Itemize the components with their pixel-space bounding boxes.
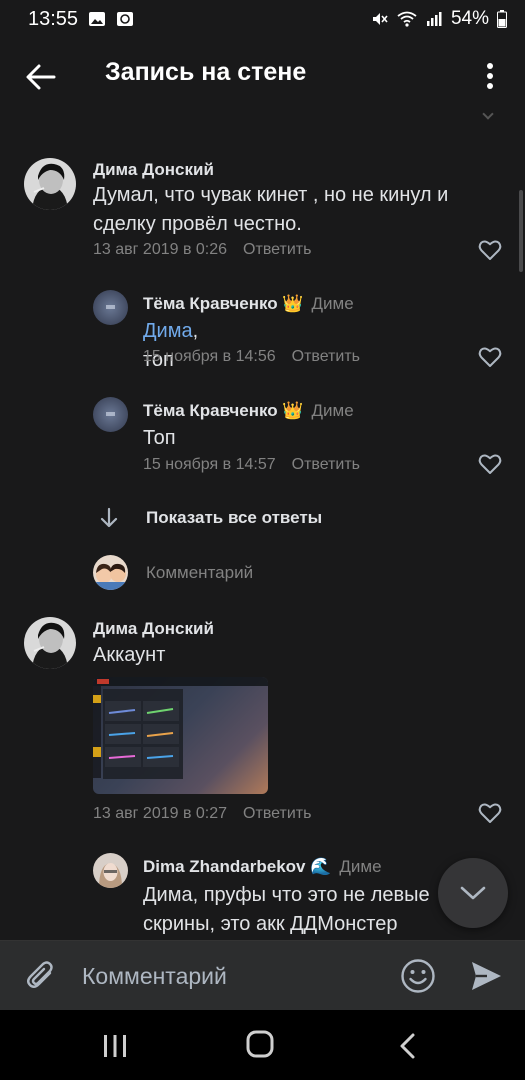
comment-text: Дима, пруфы что это не левые скрины, это… [143,884,430,935]
status-time: 13:55 [28,7,79,30]
recent-apps-icon[interactable] [102,1034,128,1058]
reply-to-label[interactable]: Диме [312,294,354,313]
comment-text: Думал, что чувак кинет , но не кинул и с… [93,184,449,235]
clock-app-icon [117,12,134,26]
mute-icon [372,13,388,25]
comment-composer: Комментарий [0,940,525,1010]
heart-icon[interactable] [478,802,502,824]
comment-meta: 13 авг 2019 в 0:27 Ответить [93,805,311,823]
reply-to-label[interactable]: Диме [312,401,354,420]
heart-icon[interactable] [478,453,502,475]
signal-icon [426,12,442,26]
comment-meta: 15 ноября в 14:56 Ответить [143,348,360,366]
author-name[interactable]: Тёма Кравченко 👑 [143,401,304,420]
reply-button[interactable]: Ответить [243,805,311,822]
comment-date: 13 авг 2019 в 0:26 [93,241,228,258]
comment-author[interactable]: Тёма Кравченко 👑 Диме [143,401,354,421]
comment-author[interactable]: Дима Донский [93,160,214,180]
system-back-icon[interactable] [398,1032,416,1060]
battery-icon [497,10,507,28]
show-all-replies-label: Показать все ответы [146,508,323,527]
avatar[interactable] [24,158,76,210]
arrow-down-icon [100,507,118,528]
system-navigation-bar [0,1010,525,1080]
comment-meta: 13 авг 2019 в 0:26 Ответить [93,241,311,259]
status-bar: 13:55 54% [0,0,525,38]
avatar[interactable] [93,290,128,325]
mention-link[interactable]: Дима [143,320,193,342]
comment-date: 15 ноября в 14:56 [143,348,276,365]
comment-meta: 15 ноября в 14:57 Ответить [143,456,360,474]
app-bar: Запись на стене [0,38,525,114]
page-title: Запись на стене [105,58,307,86]
chevron-down-icon [460,886,486,900]
comment-text: Дима, топ [143,317,198,375]
more-vertical-icon[interactable] [478,60,502,94]
comment-author[interactable]: Дима Донский [93,619,214,639]
paperclip-icon[interactable] [24,959,58,993]
attached-screenshot-image[interactable] [93,677,268,794]
reply-button[interactable]: Ответить [292,456,360,473]
gallery-icon [89,12,106,26]
comment-text: Топ [143,427,176,449]
scroll-down-button[interactable] [438,858,508,928]
send-icon[interactable] [469,958,503,994]
thread-reply-prompt[interactable]: Комментарий [93,555,253,590]
comment-author[interactable]: Dima Zhandarbekov 🌊 Диме [143,857,382,877]
avatar[interactable] [93,397,128,432]
scrollbar[interactable] [519,190,523,272]
comment-date: 15 ноября в 14:57 [143,456,276,473]
author-name[interactable]: Dima Zhandarbekov 🌊 [143,857,331,876]
avatar[interactable] [24,617,76,669]
battery-percent: 54% [450,8,489,29]
comment-date: 13 авг 2019 в 0:27 [93,805,228,822]
home-icon[interactable] [246,1030,274,1058]
reply-button[interactable]: Ответить [243,241,311,258]
emoji-icon[interactable] [400,958,436,994]
comment-input[interactable]: Комментарий [82,959,382,993]
avatar[interactable] [93,853,128,888]
comment-author[interactable]: Тёма Кравченко 👑 Диме [143,294,354,314]
avatar [93,555,128,590]
author-name[interactable]: Тёма Кравченко 👑 [143,294,304,313]
wifi-icon [397,11,417,27]
thread-reply-placeholder: Комментарий [146,562,254,582]
reply-to-label[interactable]: Диме [339,857,381,876]
reply-button[interactable]: Ответить [292,348,360,365]
show-all-replies-button[interactable]: Показать все ответы [100,507,322,529]
back-arrow-icon[interactable] [24,60,58,94]
heart-icon[interactable] [478,239,502,261]
heart-icon[interactable] [478,346,502,368]
